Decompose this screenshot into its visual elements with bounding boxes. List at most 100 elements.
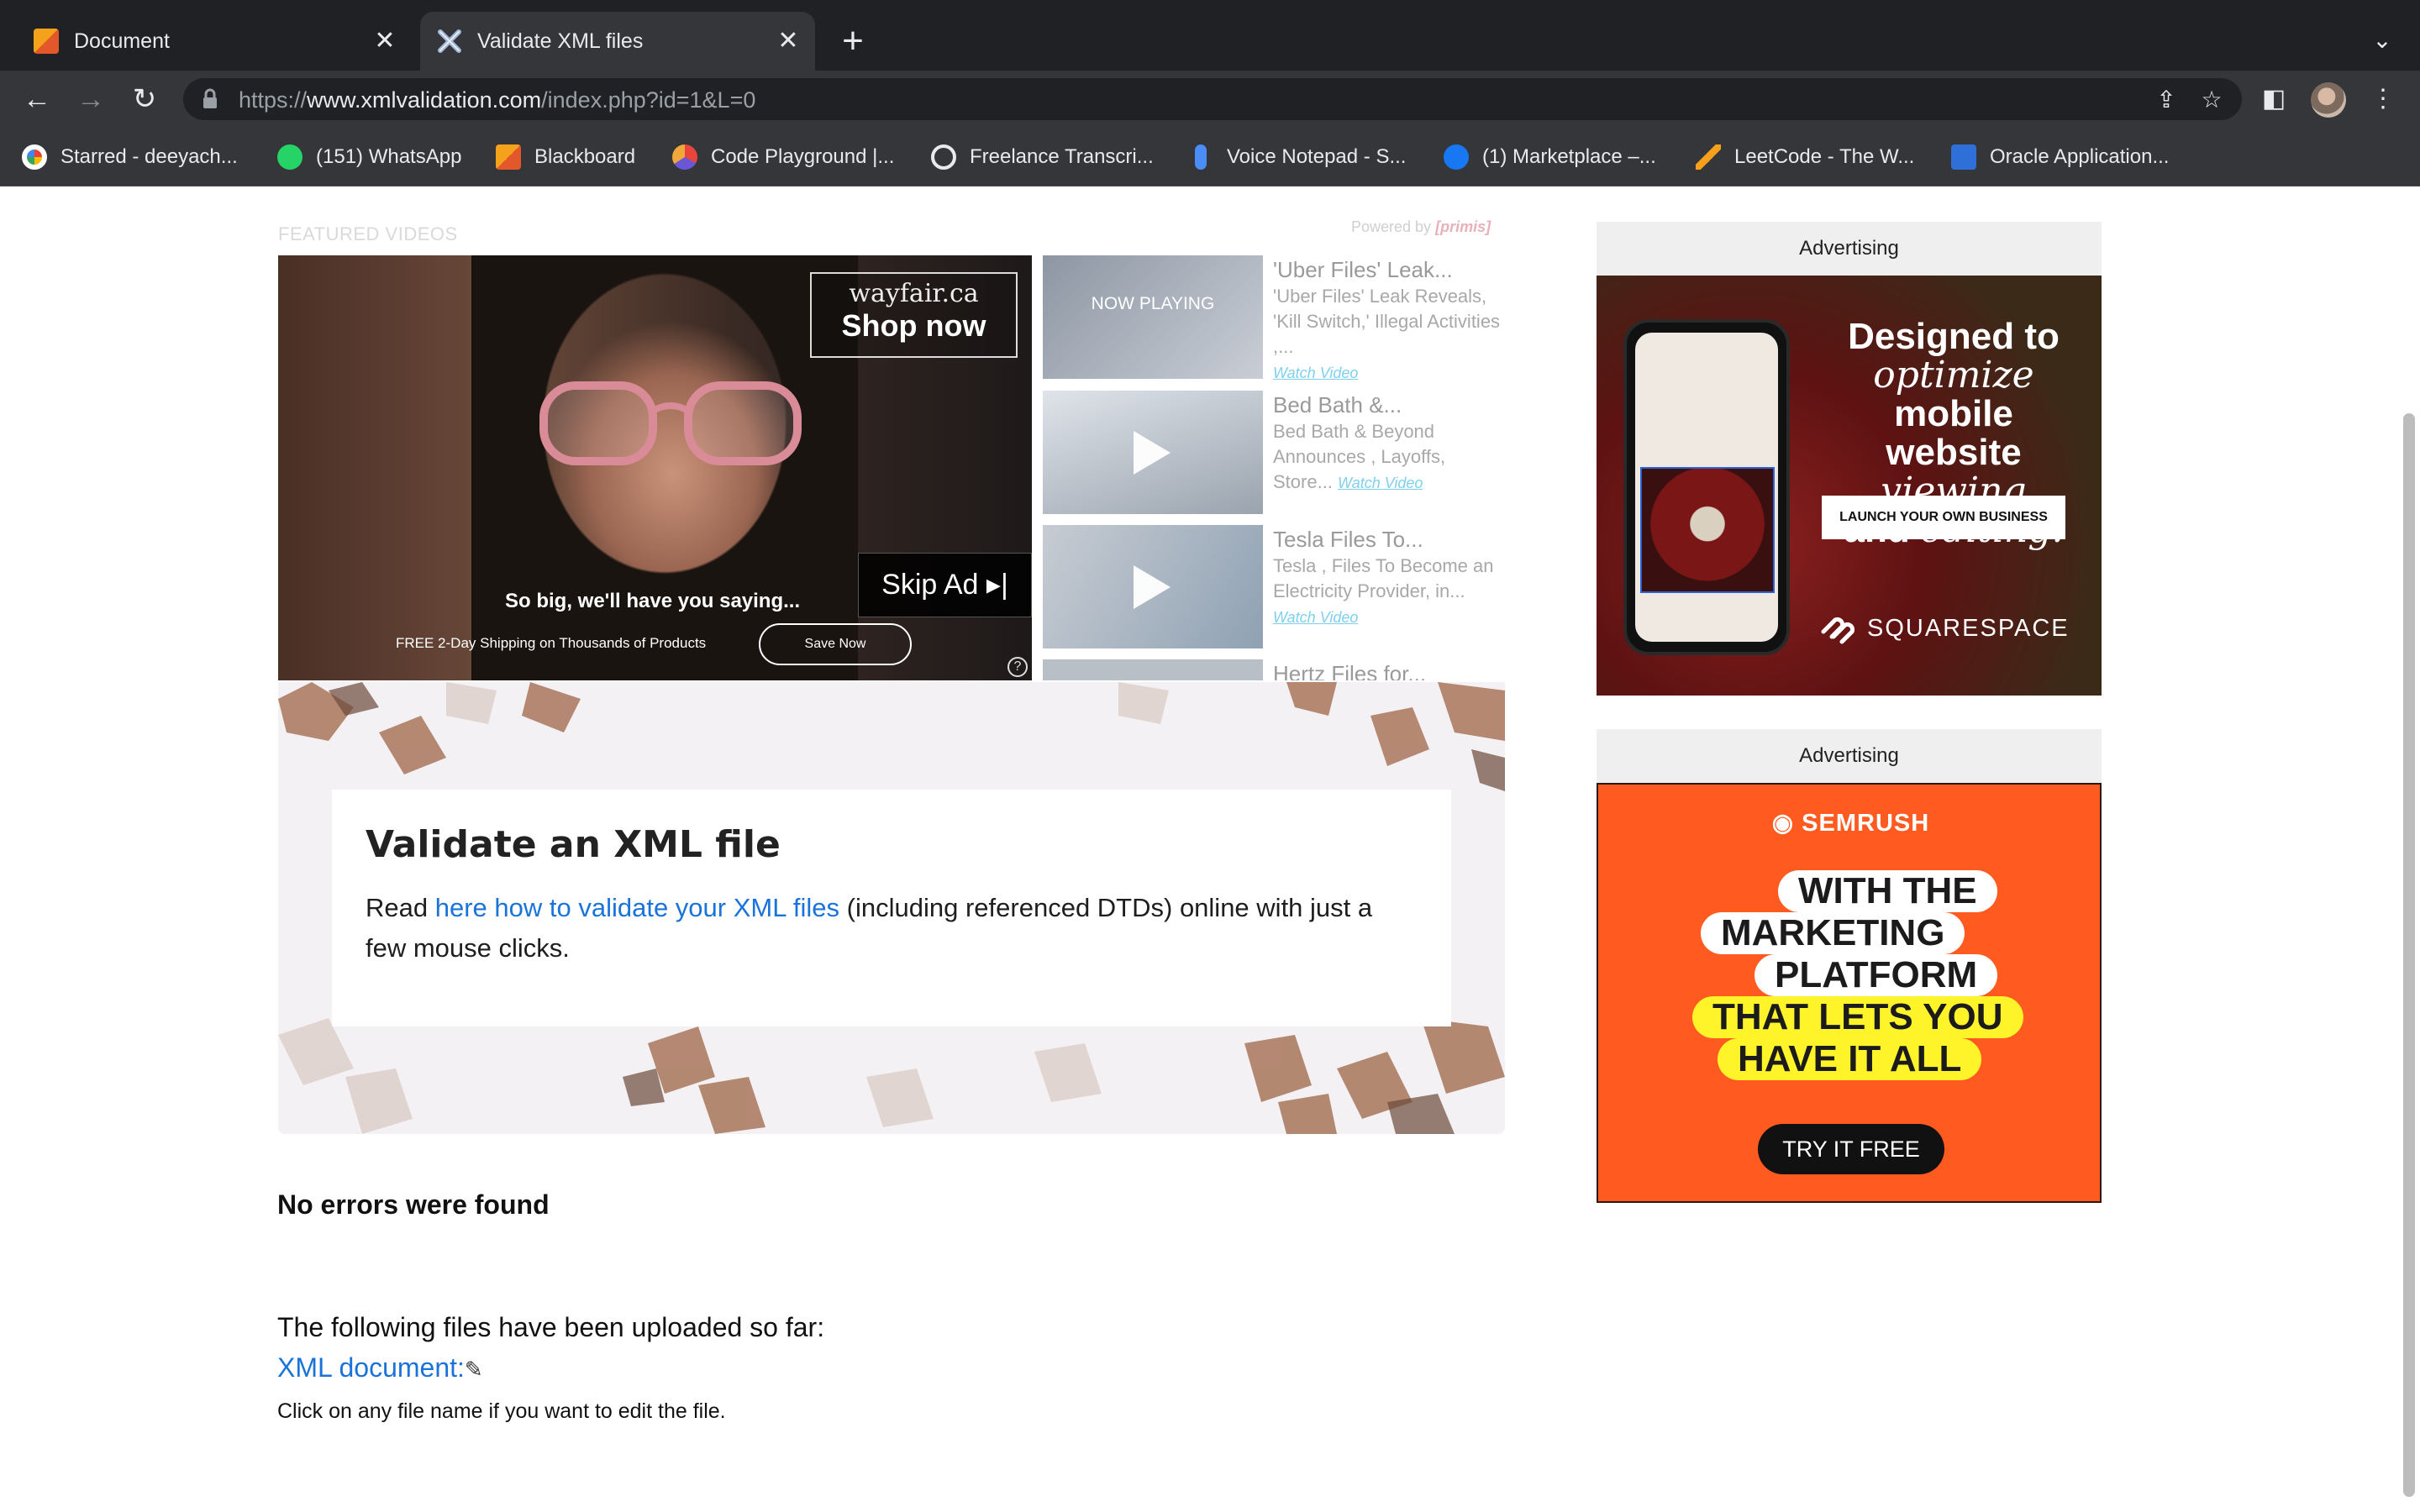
video-player[interactable]: wayfair.ca Shop now So big, we'll have y…: [278, 255, 1032, 680]
bookmark-code-playground[interactable]: Code Playground |...: [672, 142, 894, 172]
menu-kebab-icon[interactable]: ⋮: [2366, 82, 2400, 116]
address-bar[interactable]: https://www.xmlvalidation.com/index.php?…: [183, 78, 2242, 120]
page-content: FEATURED VIDEOS Powered by [primis] wayf…: [0, 186, 2420, 1512]
bookmark-label: Oracle Application...: [1990, 145, 2170, 168]
bookmark-label: (1) Marketplace –...: [1482, 145, 1656, 168]
hero-description: Read here how to validate your XML files…: [366, 893, 1373, 963]
new-tab-plus-icon[interactable]: +: [832, 20, 874, 62]
video-glasses-image: [539, 381, 802, 465]
bookmark-label: (151) WhatsApp: [316, 145, 462, 168]
ad-creative[interactable]: Designed to optimize mobile website view…: [1597, 276, 2102, 696]
bookmark-oracle[interactable]: Oracle Application...: [1951, 142, 2169, 172]
watch-video-link[interactable]: Watch Video: [1338, 475, 1423, 491]
browser-toolbar: ← → ↻ https://www.xmlvalidation.com/inde…: [0, 71, 2420, 128]
side-panel-icon[interactable]: ◧: [2257, 82, 2291, 116]
phone-mockup-image: [1623, 319, 1790, 655]
squarespace-logo-icon: [1821, 617, 1855, 644]
video-thumbnail: [1043, 525, 1263, 648]
blackboard-icon: [496, 144, 521, 170]
ad-tagline: So big, we'll have you saying...: [505, 590, 801, 612]
bookmark-label: Freelance Transcri...: [970, 145, 1154, 168]
bookmark-leetcode[interactable]: LeetCode - The W...: [1696, 142, 1914, 172]
advertisement-semrush[interactable]: Advertising ▷✕ ◉ SEMRUSH WITH THE MARKET…: [1597, 729, 2102, 1203]
tab-document[interactable]: Document ✕: [17, 12, 412, 71]
xml-document-link[interactable]: XML document:✎: [277, 1352, 483, 1383]
skip-ad-button[interactable]: Skip Ad ▸|: [858, 553, 1032, 617]
video-thumbnail: [1043, 659, 1263, 680]
bookmark-starred[interactable]: Starred - deeyach...: [22, 142, 238, 172]
shop-now-button[interactable]: wayfair.ca Shop now: [810, 272, 1018, 358]
ad-headline-line: HAVE IT ALL: [1718, 1038, 1982, 1080]
ad-header: Advertising: [1597, 729, 2102, 783]
play-icon: [1134, 565, 1171, 609]
uploaded-files-label: The following files have been uploaded s…: [277, 1312, 825, 1342]
advertisement-squarespace[interactable]: Advertising ▷✕ Designed to optimize mobi…: [1597, 222, 2102, 696]
page-scrollbar[interactable]: [2403, 413, 2415, 1497]
tab-strip: Document ✕ Validate XML files ✕ + ⌄: [0, 0, 2420, 71]
ad-creative[interactable]: ◉ SEMRUSH WITH THE MARKETING PLATFORM TH…: [1597, 783, 2102, 1203]
bookmark-label: Voice Notepad - S...: [1227, 145, 1407, 168]
launch-business-button[interactable]: LAUNCH YOUR OWN BUSINESS: [1822, 496, 2065, 539]
playlist-item[interactable]: Bed Bath &... Bed Bath & Beyond Announce…: [1043, 391, 1513, 517]
video-playlist: NOW PLAYING 'Uber Files' Leak... 'Uber F…: [1043, 255, 1513, 680]
url-text: https://www.xmlvalidation.com/index.php?…: [239, 87, 756, 113]
ad-headline-line: WITH THE: [1778, 870, 1997, 912]
document-favicon-icon: [34, 29, 59, 54]
hero-banner: Validate an XML file Read here how to va…: [278, 682, 1505, 1134]
tab-title: Document: [74, 29, 170, 53]
lock-icon[interactable]: [202, 88, 218, 110]
playlist-item[interactable]: Hertz Files for...: [1043, 659, 1513, 680]
hero-card: Validate an XML file Read here how to va…: [332, 790, 1451, 1026]
validate-help-link[interactable]: here how to validate your XML files: [435, 893, 839, 922]
share-icon[interactable]: ⇪: [2151, 85, 2181, 115]
tab-search-chevron-icon[interactable]: ⌄: [2361, 22, 2403, 59]
save-now-button[interactable]: Save Now: [759, 623, 912, 665]
powered-by-label[interactable]: Powered by [primis]: [1351, 218, 1491, 236]
play-icon: [1134, 431, 1171, 475]
ad-shipping-text: FREE 2-Day Shipping on Thousands of Prod…: [396, 635, 707, 651]
try-it-free-button[interactable]: TRY IT FREE: [1758, 1124, 1944, 1174]
bookmark-label: LeetCode - The W...: [1734, 145, 1915, 168]
video-thumbnail: NOW PLAYING: [1043, 255, 1263, 379]
playlist-item[interactable]: NOW PLAYING 'Uber Files' Leak... 'Uber F…: [1043, 255, 1513, 381]
bookmark-label: Blackboard: [534, 145, 636, 168]
google-icon: [22, 144, 47, 170]
ad-headline-line: THAT LETS YOU: [1692, 996, 2023, 1038]
bookmark-marketplace[interactable]: (1) Marketplace –...: [1444, 142, 1656, 172]
leetcode-icon: [1696, 144, 1721, 170]
close-tab-icon[interactable]: ✕: [370, 26, 400, 56]
tab-validate-xml[interactable]: Validate XML files ✕: [420, 12, 815, 71]
ad-headline-line: PLATFORM: [1754, 954, 1998, 996]
watch-video-link[interactable]: Watch Video: [1273, 609, 1358, 626]
validation-status: No errors were found: [277, 1189, 550, 1220]
bookmark-label: Code Playground |...: [711, 145, 895, 168]
semrush-logo: ◉ SEMRUSH: [1771, 810, 1930, 837]
bookmark-voice-notepad[interactable]: Voice Notepad - S...: [1188, 142, 1406, 172]
bookmark-whatsapp[interactable]: (151) WhatsApp: [277, 142, 461, 172]
oracle-icon: [1951, 144, 1976, 170]
ad-headline-line: MARKETING: [1701, 912, 1965, 954]
forward-arrow-icon[interactable]: →: [72, 82, 109, 116]
bookmark-freelance[interactable]: Freelance Transcri...: [931, 142, 1154, 172]
cocktail-image: [1640, 467, 1775, 593]
edit-pencil-icon[interactable]: ✎: [465, 1357, 483, 1382]
ad-header: Advertising: [1597, 222, 2102, 276]
profile-avatar[interactable]: [2311, 82, 2346, 118]
microphone-icon: [1195, 144, 1207, 170]
page-title: Validate an XML file: [366, 823, 781, 866]
bookmark-star-icon[interactable]: ☆: [2196, 85, 2227, 115]
edit-hint-text: Click on any file name if you want to ed…: [277, 1399, 726, 1423]
whatsapp-icon: [277, 144, 302, 170]
bookmarks-bar: Starred - deeyach... (151) WhatsApp Blac…: [0, 128, 2420, 186]
video-thumbnail: [1043, 391, 1263, 514]
xmlvalidation-favicon-icon: [438, 29, 461, 53]
playlist-item[interactable]: Tesla Files To... Tesla , Files To Becom…: [1043, 525, 1513, 651]
close-tab-icon[interactable]: ✕: [773, 26, 803, 56]
help-icon[interactable]: ?: [1007, 657, 1028, 677]
bookmark-blackboard[interactable]: Blackboard: [496, 142, 635, 172]
featured-videos-label: FEATURED VIDEOS: [278, 223, 458, 244]
watch-video-link[interactable]: Watch Video: [1273, 365, 1358, 381]
reload-icon[interactable]: ↻: [126, 82, 163, 116]
back-arrow-icon[interactable]: ←: [18, 82, 55, 116]
code-playground-icon: [672, 144, 697, 170]
